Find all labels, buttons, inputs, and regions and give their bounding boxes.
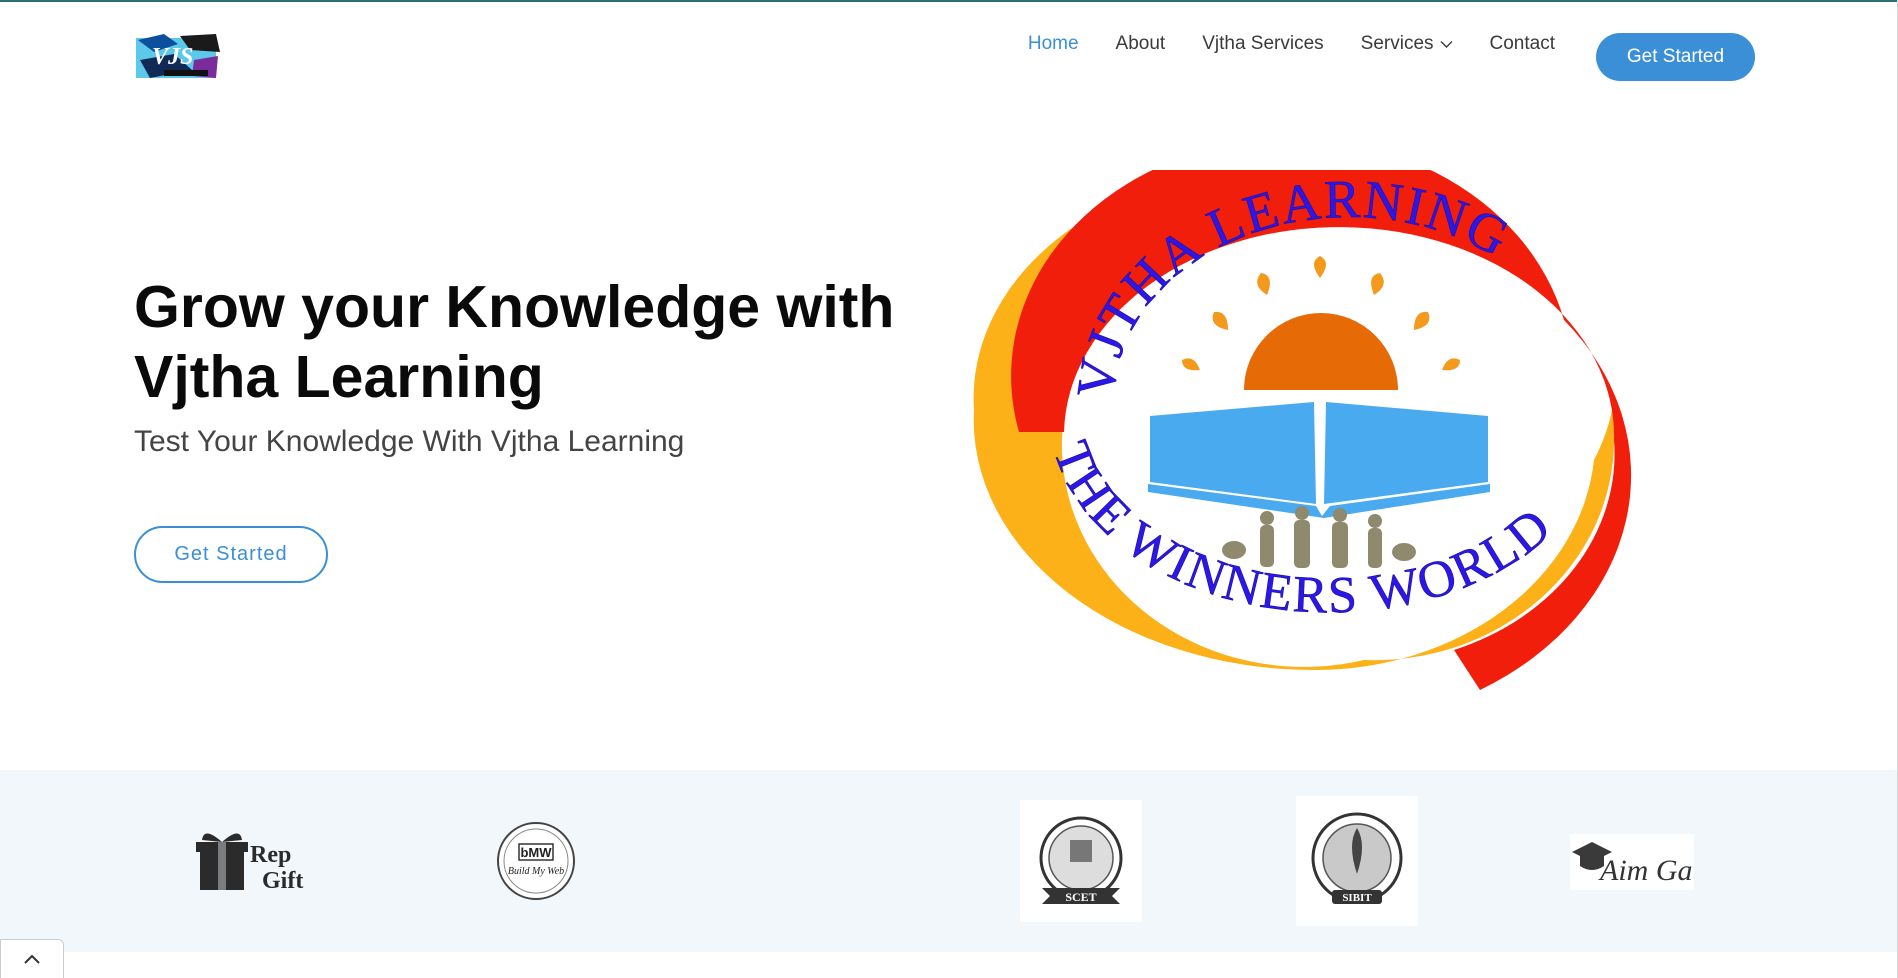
svg-text:Rep: Rep: [250, 842, 291, 868]
bmw-build-my-web-logo-icon[interactable]: bMW Build My Web: [495, 820, 577, 902]
hero-title-line2: Vjtha Learning: [134, 344, 544, 410]
vjtha-logo-icon[interactable]: VJS: [134, 30, 222, 84]
chevron-up-icon: [24, 954, 40, 964]
clients-section: Rep Gift bMW Build My Web SCET SIBIT Aim…: [0, 770, 1897, 952]
scroll-to-top-button[interactable]: [0, 939, 64, 978]
nav-home[interactable]: Home: [1028, 33, 1079, 55]
nav-contact[interactable]: Contact: [1490, 33, 1555, 55]
svg-text:SCET: SCET: [1065, 890, 1096, 904]
hero-title: Grow your Knowledge with Vjtha Learning: [134, 272, 954, 412]
aim-gate-logo-icon: Aim Gate: [1572, 842, 1714, 887]
gift-logo-icon[interactable]: Rep Gift: [196, 828, 316, 894]
nav-vjtha-services[interactable]: Vjtha Services: [1202, 33, 1323, 55]
hero-title-line1: Grow your Knowledge with: [134, 274, 895, 340]
header-get-started-button[interactable]: Get Started: [1596, 33, 1755, 81]
vjtha-learning-emblem-icon: VJTHA LEARNING THE WINNERS WORLD: [973, 170, 1632, 690]
svg-text:VJS: VJS: [152, 44, 193, 70]
svg-text:Build My Web: Build My Web: [508, 866, 564, 877]
hero-subtitle: Test Your Knowledge With Vjtha Learning: [134, 425, 685, 458]
nav-services[interactable]: Services: [1361, 33, 1453, 55]
nav-services-label: Services: [1360, 33, 1434, 54]
hero-get-started-button[interactable]: Get Started: [134, 526, 328, 583]
svg-text:Gift: Gift: [262, 868, 303, 894]
site-header: VJS Home About Vjtha Services Services C…: [0, 2, 1898, 107]
scet-seal-icon: SCET: [1039, 816, 1123, 904]
svg-text:Aim Gate: Aim Gate: [1598, 854, 1694, 887]
aim-gate-card[interactable]: Aim Gate: [1570, 834, 1714, 890]
nav-about[interactable]: About: [1116, 33, 1166, 55]
chevron-down-icon: [1440, 40, 1453, 48]
sibit-seal-icon: SIBIT: [1311, 812, 1403, 904]
scet-seal-card[interactable]: SCET: [1020, 800, 1142, 922]
main-nav: Home About Vjtha Services Services Conta…: [991, 33, 1555, 55]
svg-text:SIBIT: SIBIT: [1342, 892, 1372, 904]
sibit-seal-card[interactable]: SIBIT: [1296, 796, 1418, 926]
svg-text:bMW: bMW: [520, 845, 552, 860]
